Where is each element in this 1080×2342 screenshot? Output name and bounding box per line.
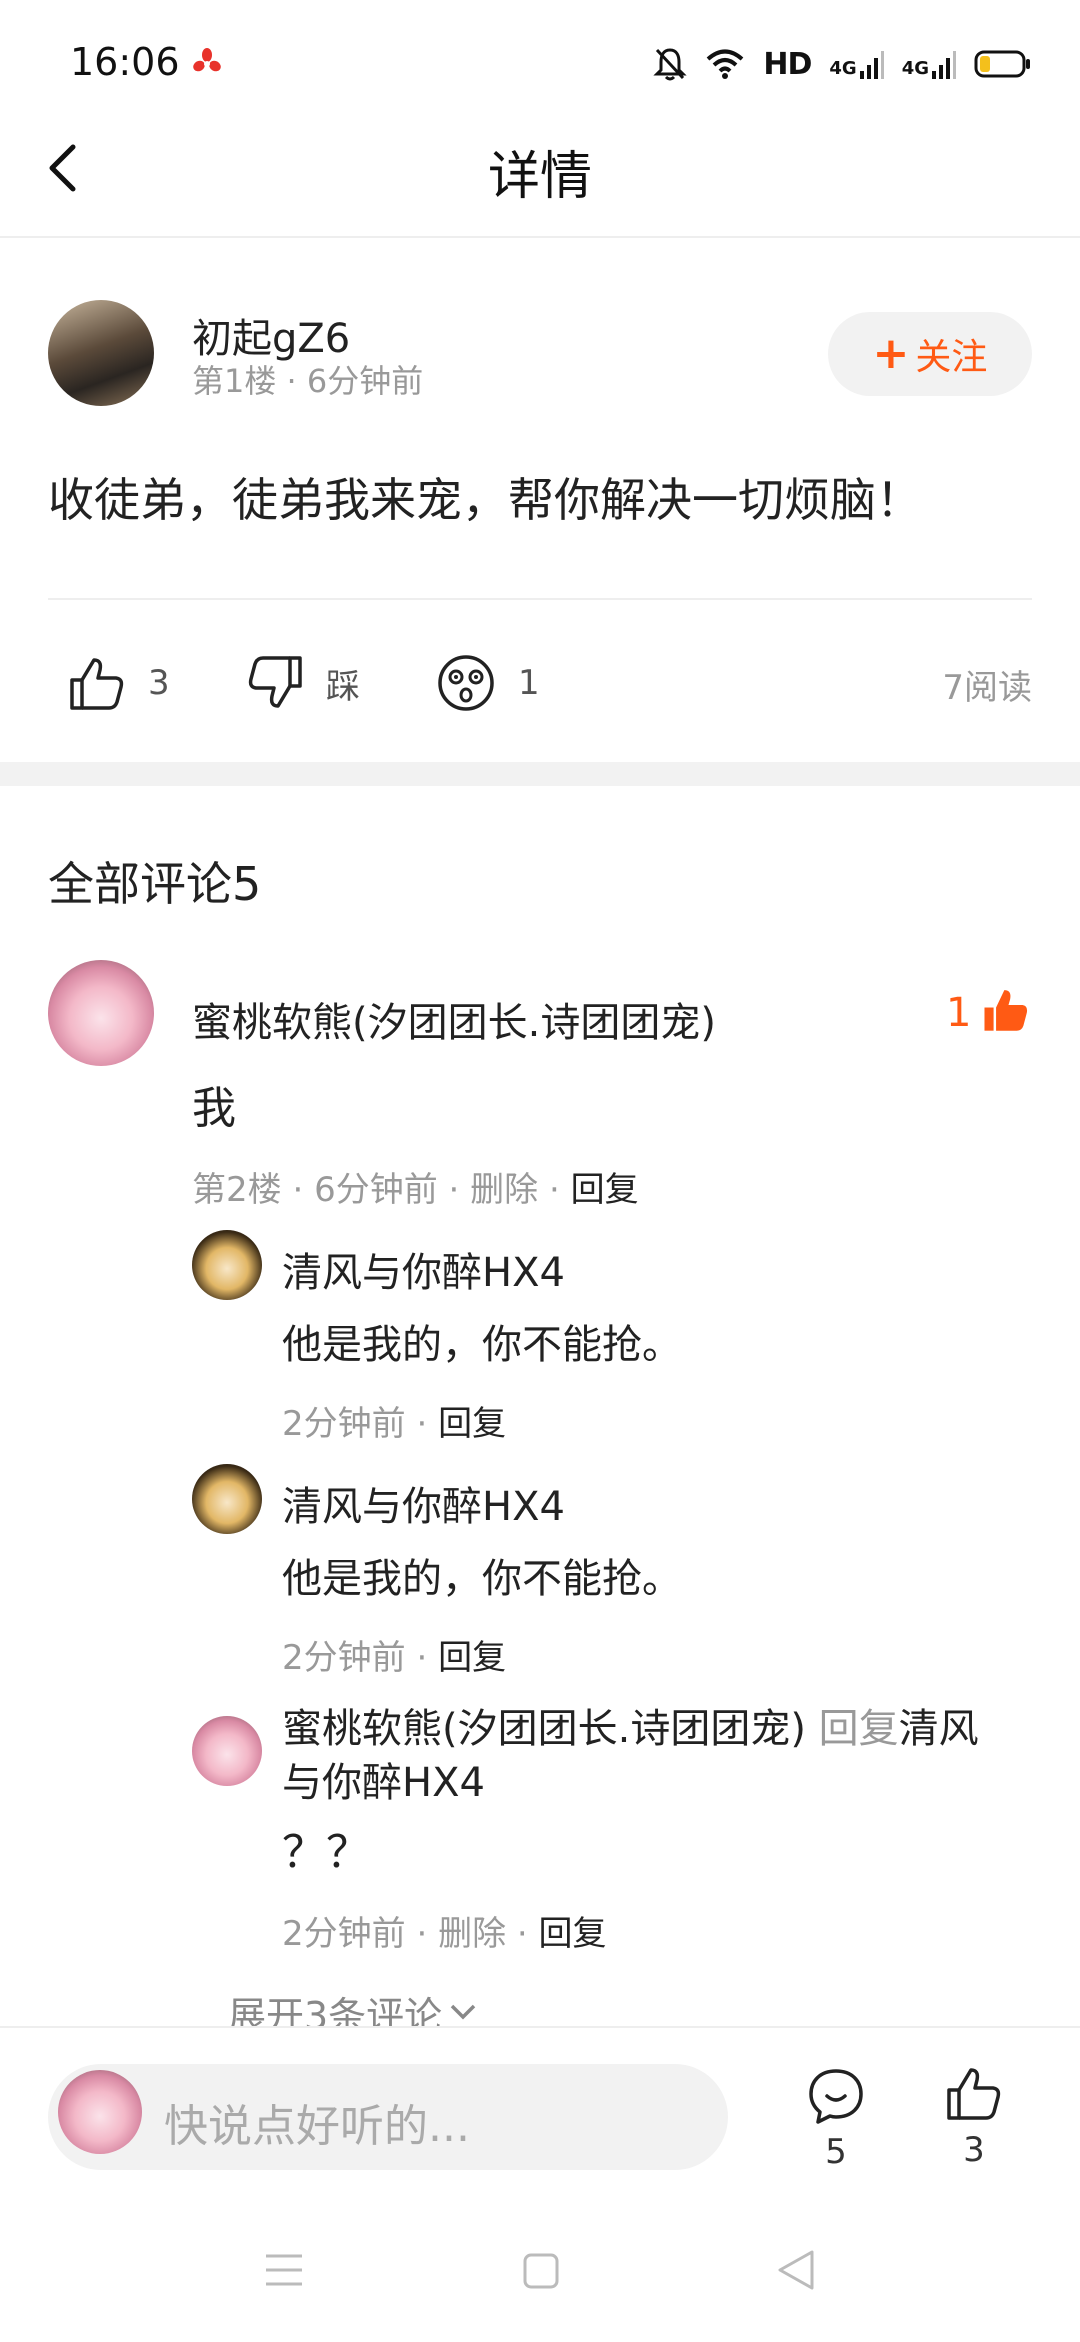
reply-button[interactable]: 回复 — [438, 1404, 506, 1444]
delete-button[interactable]: 删除 — [470, 1170, 538, 1210]
follow-button[interactable]: + 关注 — [828, 312, 1032, 396]
comments-title: 全部评论5 — [48, 857, 262, 911]
plus-icon: + — [872, 328, 910, 379]
chevron-down-icon — [450, 2004, 476, 2020]
like-action[interactable]: 3 — [68, 650, 170, 716]
home-nav-icon[interactable] — [522, 2252, 560, 2290]
post-divider — [48, 598, 1032, 600]
reply-time: 2分钟前 — [282, 1914, 406, 1954]
page-title: 详情 — [487, 147, 592, 207]
reply-time: 2分钟前 — [282, 1638, 406, 1678]
author-avatar[interactable] — [48, 300, 154, 406]
my-avatar — [58, 2070, 142, 2154]
status-icons: HD 4G 4G — [653, 44, 1032, 84]
comment-like-count: 1 — [946, 990, 972, 1036]
like-count: 3 — [148, 663, 170, 703]
bottom-like-count: 3 — [963, 2130, 985, 2170]
meta-separator: · — [281, 1170, 315, 1210]
reply-button[interactable]: 回复 — [571, 1170, 639, 1210]
signal-2: 4G — [902, 49, 956, 79]
reply-text: 他是我的，你不能抢。 — [282, 1556, 682, 1602]
app-notification-icon — [193, 48, 221, 72]
surprised-face-icon — [438, 655, 494, 711]
delete-button[interactable]: 删除 — [438, 1914, 506, 1954]
comment-count: 5 — [825, 2132, 847, 2172]
reply-name[interactable]: 蜜桃软熊(汐团团长.诗团团宠) — [282, 1706, 806, 1752]
wifi-icon — [707, 49, 744, 79]
thumbs-up-filled-icon[interactable] — [982, 986, 1030, 1034]
dislike-action[interactable]: 踩 — [246, 650, 360, 716]
comment-time: 6分钟前 — [314, 1170, 438, 1210]
post-content: 收徒弟，徒弟我来宠，帮你解决一切烦脑！ — [48, 473, 922, 527]
reply-to-label: 回复 — [818, 1706, 899, 1752]
thumbs-up-icon — [70, 658, 124, 710]
reply-text: 他是我的，你不能抢。 — [282, 1322, 682, 1368]
commenter-name[interactable]: 蜜桃软熊(汐团团长.诗团团宠) — [192, 990, 716, 1048]
reply-text: ？？ — [282, 1827, 370, 1878]
reply-avatar[interactable] — [192, 1464, 262, 1534]
reply-avatar[interactable] — [192, 1230, 262, 1300]
reply-meta: 2分钟前 · 回复 — [282, 1396, 506, 1445]
signal-bars-icon — [859, 51, 884, 79]
meta-separator: · — [286, 362, 307, 400]
post-time: 6分钟前 — [306, 362, 424, 400]
commenter-avatar[interactable] — [48, 960, 154, 1066]
back-nav-icon[interactable] — [776, 2248, 816, 2292]
reply-time: 2分钟前 — [282, 1404, 406, 1444]
reply-name[interactable]: 清风与你醉HX4 — [282, 1474, 565, 1532]
reply-button[interactable]: 回复 — [539, 1914, 607, 1954]
meta-separator: · — [437, 1170, 471, 1210]
comment-bubble-icon — [809, 2069, 863, 2124]
reply-name[interactable]: 清风与你醉HX4 — [282, 1240, 565, 1298]
comment-input-placeholder[interactable]: 快说点好听的... — [164, 2090, 470, 2154]
comment-floor: 第2楼 — [192, 1170, 282, 1210]
thumbs-down-icon — [248, 656, 302, 708]
post-floor: 第1楼 — [192, 362, 277, 400]
header-divider — [0, 236, 1080, 238]
hd-voice-indicator: HD — [763, 46, 812, 82]
reply-avatar[interactable] — [192, 1716, 262, 1786]
thumbs-up-icon — [947, 2068, 1001, 2120]
section-gap — [0, 762, 1080, 786]
comment-count-button[interactable] — [806, 2066, 866, 2130]
signal-bars-icon — [932, 51, 956, 79]
follow-label: 关注 — [915, 337, 988, 378]
network-type-2: 4G — [901, 58, 929, 79]
dislike-label: 踩 — [326, 666, 360, 707]
network-type-1: 4G — [829, 58, 857, 79]
reply-button[interactable]: 回复 — [438, 1638, 506, 1678]
meta-separator: · — [405, 1914, 439, 1954]
reply-meta: 2分钟前 · 删除 · 回复 — [282, 1906, 607, 1955]
battery-icon — [974, 50, 1030, 78]
meta-separator: · — [506, 1914, 539, 1954]
meta-separator: · — [538, 1170, 571, 1210]
signal-1: 4G — [829, 49, 884, 79]
mute-bell-icon — [653, 48, 687, 81]
bottom-like-button[interactable] — [944, 2064, 1004, 2126]
meta-separator: · — [405, 1638, 439, 1678]
comment-text: 我 — [192, 1083, 236, 1134]
reply-meta: 2分钟前 · 回复 — [282, 1630, 506, 1679]
meta-separator: · — [405, 1404, 439, 1444]
emoji-count: 1 — [518, 663, 540, 703]
comment-meta: 第2楼 · 6分钟前 · 删除 · 回复 — [192, 1162, 639, 1211]
emoji-reaction[interactable]: 1 — [436, 650, 540, 716]
status-time: 16:06 — [70, 40, 180, 84]
read-count: 7阅读 — [942, 668, 1032, 708]
menu-nav-icon[interactable] — [264, 2252, 304, 2288]
reply-header: 蜜桃软熊(汐团团长.诗团团宠) 回复清风与你醉HX4 — [282, 1702, 1002, 1810]
post-meta: 第1楼 · 6分钟前 — [192, 356, 423, 402]
